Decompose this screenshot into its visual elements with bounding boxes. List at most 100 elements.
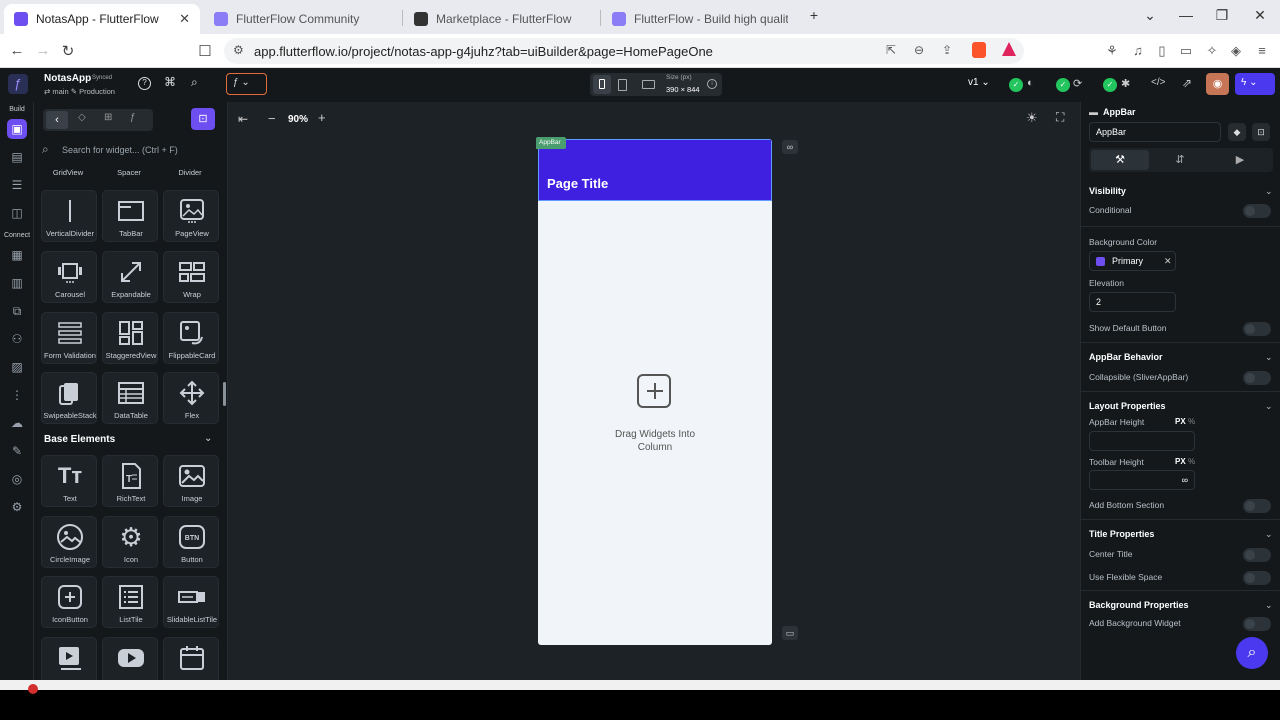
vpn-icon[interactable]: ◈ (1228, 43, 1244, 59)
widget-video-player[interactable] (41, 637, 97, 680)
menu-icon[interactable]: ≡ (1254, 43, 1270, 59)
widget-text[interactable]: Tт Text (41, 455, 97, 507)
settings-icon[interactable]: ⚙ (7, 497, 27, 517)
zoom-out-button[interactable]: − (268, 111, 276, 126)
sync-icon[interactable]: ⟳ (1073, 77, 1082, 90)
add-widget-button[interactable]: ⊡ (191, 108, 215, 130)
brave-shield-icon[interactable] (972, 42, 986, 58)
widget-search-input[interactable]: Search for widget... (Ctrl + F) (62, 145, 178, 155)
media-icon[interactable]: ♫ (1130, 43, 1146, 59)
debug-icon[interactable]: ✱ (1121, 77, 1130, 90)
collapse-panel-icon[interactable]: ⇤ (238, 112, 248, 126)
widget-iconbutton[interactable]: IconButton (41, 576, 97, 628)
check-status-icon[interactable]: ✓ (1009, 78, 1023, 92)
reload-icon[interactable]: ↻ (59, 42, 77, 60)
app-state-icon[interactable]: ▥ (7, 273, 27, 293)
version-selector[interactable]: v1 ⌄ (968, 77, 990, 88)
device-size[interactable]: 390 × 844 (666, 85, 700, 94)
widget-label-spacer[interactable]: Spacer (101, 168, 157, 177)
widget-icon[interactable]: ⚙ Icon (102, 516, 158, 568)
run-menu-button[interactable]: ϟ ⌄ (1235, 73, 1275, 95)
widget-flippablecard[interactable]: FlippableCard (163, 312, 219, 364)
widget-search[interactable]: ⌕ Search for widget... (Ctrl + F) (34, 138, 227, 164)
page-title[interactable]: Page Title (547, 176, 608, 191)
appbar-behavior-header[interactable]: AppBar Behavior (1089, 352, 1163, 362)
convert-icon[interactable]: ⊡ (1252, 123, 1270, 141)
tab-community[interactable]: FlutterFlow Community (204, 4, 400, 34)
phone-device-button[interactable] (593, 75, 611, 94)
omnibox[interactable]: ⚙ app.flutterflow.io/project/notas-app-g… (224, 38, 1024, 64)
widget-label-divider[interactable]: Divider (162, 168, 218, 177)
custom-code-icon[interactable]: ⋮ (7, 385, 27, 405)
device-frame-icon[interactable]: ▭ (782, 626, 798, 640)
widget-richtext[interactable]: T RichText (102, 455, 158, 507)
appbar-behavior-chevron-icon[interactable]: ⌄ (1265, 352, 1273, 363)
widget-form-validation[interactable]: Form Validation (41, 312, 97, 364)
widget-palette-icon[interactable]: ▣ (7, 119, 27, 139)
search-icon[interactable]: ⌕ (191, 75, 198, 90)
library-tab[interactable]: ƒ (130, 112, 136, 123)
widget-verticaldivider[interactable]: VerticalDivider (41, 190, 97, 242)
zoom-icon[interactable]: ⊖ (914, 43, 924, 57)
layout-properties-header[interactable]: Layout Properties (1089, 401, 1166, 411)
bookmark-icon[interactable]: ☐ (196, 42, 214, 60)
sidebar-icon[interactable]: ▯ (1154, 43, 1170, 59)
forward-icon[interactable]: → (34, 42, 52, 59)
widget-name-input[interactable]: AppBar (1089, 122, 1221, 142)
theme-toggle-icon[interactable]: ☀ (1026, 110, 1038, 126)
show-default-button-toggle[interactable] (1243, 322, 1271, 336)
properties-tab-icon[interactable]: ⚒ (1091, 150, 1149, 170)
brave-rewards-icon[interactable] (1002, 42, 1016, 56)
cloud-functions-icon[interactable]: ☁ (7, 413, 27, 433)
extensions-icon[interactable]: ⚘ (1104, 43, 1120, 59)
zoom-level[interactable]: 90% (288, 114, 308, 125)
comments-icon[interactable]: ◐ (1027, 77, 1034, 89)
back-icon[interactable]: ← (8, 42, 26, 59)
appbar-height-unit-px[interactable]: PX (1175, 417, 1186, 426)
visibility-header[interactable]: Visibility (1089, 186, 1126, 196)
widget-image[interactable]: Image (163, 455, 219, 507)
check-status-icon-3[interactable]: ✓ (1103, 78, 1117, 92)
open-in-app-icon[interactable]: ⇱ (886, 43, 896, 57)
project-name[interactable]: NotasApp (44, 73, 91, 84)
site-settings-icon[interactable]: ⚙ (233, 43, 244, 57)
background-properties-chevron-icon[interactable]: ⌄ (1265, 600, 1273, 611)
help-icon[interactable]: ? (138, 77, 151, 90)
theme-icon[interactable]: ◎ (7, 469, 27, 489)
bg-color-selector[interactable]: Primary ✕ (1089, 251, 1176, 271)
widget-youtube-player[interactable] (102, 637, 158, 680)
search-fab-icon[interactable]: ⌕ (1236, 637, 1268, 669)
background-properties-header[interactable]: Background Properties (1089, 600, 1189, 610)
tab-marketplace[interactable]: Marketplace - FlutterFlow (404, 4, 600, 34)
panel-scrollbar[interactable] (223, 382, 226, 406)
collapse-chevron-icon[interactable]: ⌄ (204, 433, 212, 444)
premium-widgets-tab[interactable]: ◇ (78, 112, 86, 123)
widget-flex[interactable]: Flex (163, 372, 219, 424)
appbar-height-input[interactable] (1089, 431, 1195, 451)
integrations-icon[interactable]: ⚇ (7, 329, 27, 349)
base-elements-header[interactable]: Base Elements (44, 434, 115, 445)
widget-staggeredview[interactable]: StaggeredView (102, 312, 158, 364)
flutterflow-logo-icon[interactable]: ƒ (8, 74, 28, 94)
share-icon[interactable]: ⇪ (942, 43, 952, 57)
components-tab[interactable]: ⊞ (104, 112, 112, 123)
widget-swipeablestack[interactable]: SwipeableStack (41, 372, 97, 424)
widget-calendar[interactable] (163, 637, 219, 680)
check-status-icon-2[interactable]: ✓ (1056, 78, 1070, 92)
tablet-device-icon[interactable] (618, 79, 627, 91)
flutter-widgets-tab[interactable]: ‹ (46, 111, 68, 129)
close-window-icon[interactable]: ✕ (1250, 7, 1270, 24)
close-tab-icon[interactable]: ✕ (179, 11, 190, 27)
widget-carousel[interactable]: Carousel (41, 251, 97, 303)
wallet-icon[interactable]: ▭ (1178, 43, 1194, 59)
widget-tabbar[interactable]: TabBar (102, 190, 158, 242)
code-icon[interactable]: </> (1151, 77, 1165, 88)
tab-flutterflow-home[interactable]: FlutterFlow - Build high quality, cus (602, 4, 798, 34)
appbar-height-unit-pct[interactable]: % (1188, 417, 1195, 426)
add-bottom-section-toggle[interactable] (1243, 499, 1271, 513)
media-assets-icon[interactable]: ▨ (7, 357, 27, 377)
info-icon[interactable]: i (707, 79, 717, 89)
link-icon[interactable]: ∞ (782, 140, 798, 154)
diamond-icon[interactable]: ◆ (1228, 123, 1246, 141)
tab-notasapp[interactable]: NotasApp - FlutterFlow ✕ (4, 4, 200, 34)
